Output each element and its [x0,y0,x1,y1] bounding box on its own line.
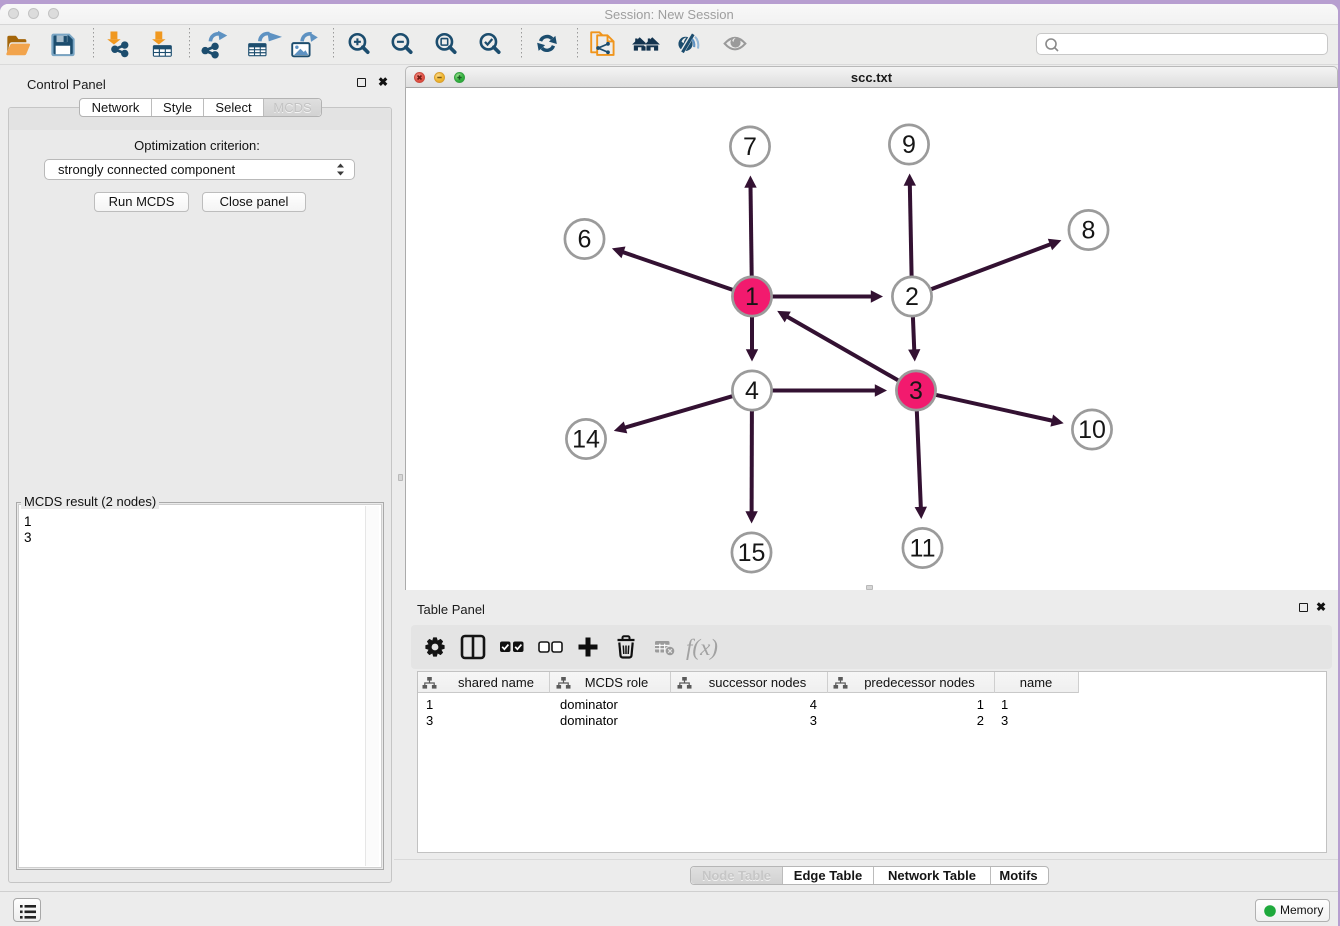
svg-text:6: 6 [578,226,592,254]
svg-text:8: 8 [1082,217,1096,245]
svg-text:4: 4 [745,377,759,405]
svg-text:7: 7 [743,133,757,161]
svg-text:3: 3 [909,377,923,405]
svg-text:f(x): f(x) [686,635,718,660]
svg-text:10: 10 [1078,416,1106,444]
svg-text:11: 11 [910,535,936,563]
svg-text:15: 15 [738,539,766,567]
svg-text:9: 9 [902,131,916,159]
svg-text:2: 2 [905,283,919,311]
svg-text:1: 1 [745,283,759,311]
svg-text:14: 14 [572,426,600,454]
